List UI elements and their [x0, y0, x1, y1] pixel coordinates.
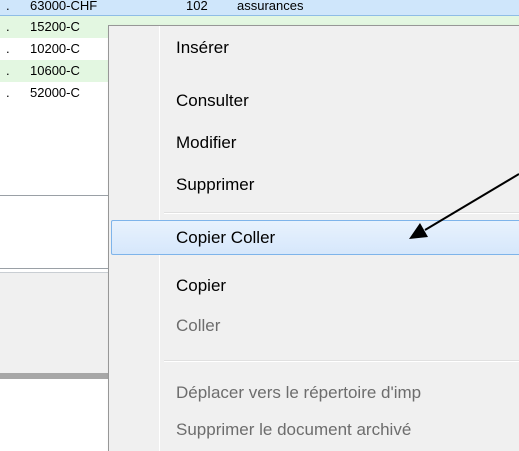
- menu-item-copier-coller[interactable]: Copier Coller: [111, 220, 519, 255]
- row-code: 10200-C: [30, 41, 80, 56]
- panel-divider: [0, 268, 110, 269]
- context-menu: Insérer Consulter Modifier Supprimer Cop…: [108, 25, 519, 451]
- row-marker: .: [6, 63, 10, 78]
- menu-item-consulter[interactable]: Consulter: [111, 83, 519, 118]
- details-panel: [0, 273, 110, 373]
- row-code: 10600-C: [30, 63, 80, 78]
- menu-item-label: Insérer: [176, 38, 229, 57]
- list-divider: [0, 195, 110, 196]
- menu-item-label: Supprimer le document archivé: [176, 420, 412, 439]
- menu-item-label: Modifier: [176, 133, 237, 152]
- row-code: 15200-C: [30, 19, 80, 34]
- row-code: 63000-CHF: [30, 0, 98, 13]
- menu-item-supprimer[interactable]: Supprimer: [111, 167, 519, 202]
- menu-item-label: Copier Coller: [176, 228, 276, 247]
- menu-item-copier[interactable]: Copier: [111, 268, 519, 303]
- menu-item-deplacer-vers-repertoire: Déplacer vers le répertoire d'imp: [111, 375, 519, 410]
- menu-item-supprimer-document-archive: Supprimer le document archivé: [111, 412, 519, 447]
- bottom-panel: [0, 379, 110, 451]
- menu-separator: [164, 212, 519, 214]
- row-marker: .: [6, 85, 10, 100]
- row-marker: .: [6, 41, 10, 56]
- row-label: assurances: [237, 0, 304, 13]
- row-marker: .: [6, 19, 10, 34]
- menu-item-label: Supprimer: [176, 175, 255, 194]
- menu-item-label: Déplacer vers le répertoire d'imp: [176, 383, 422, 402]
- menu-item-inserer[interactable]: Insérer: [111, 30, 519, 65]
- row-number: 102: [186, 0, 208, 13]
- menu-item-label: Copier: [176, 276, 227, 295]
- menu-item-modifier[interactable]: Modifier: [111, 125, 519, 160]
- menu-item-label: Consulter: [176, 91, 249, 110]
- menu-item-label: Coller: [176, 316, 221, 335]
- row-marker: .: [6, 0, 10, 13]
- menu-item-coller: Coller: [111, 308, 519, 343]
- list-row-selected[interactable]: . 63000-CHF 102 assurances: [0, 0, 519, 16]
- menu-separator: [164, 360, 519, 362]
- row-code: 52000-C: [30, 85, 80, 100]
